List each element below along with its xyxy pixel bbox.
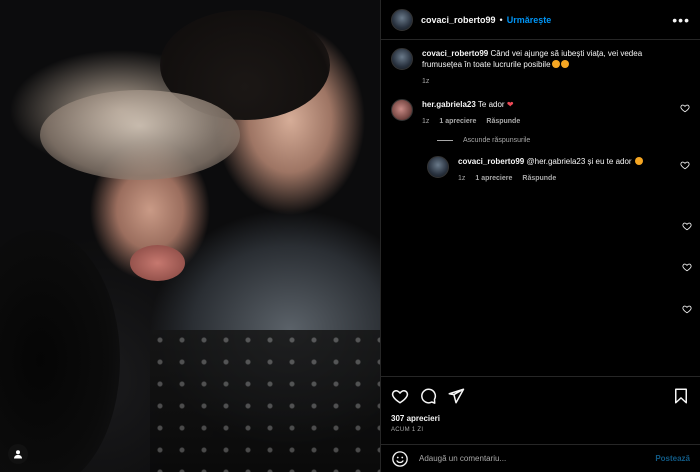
- comment-icon[interactable]: [419, 387, 437, 405]
- emoji-icon: [560, 60, 569, 68]
- comment-username[interactable]: covaci_roberto99: [422, 49, 488, 58]
- heart-icon[interactable]: [680, 160, 690, 170]
- comment-item: her.gabriela23 Te ador ❤ 1z 1 apreciere …: [391, 99, 690, 125]
- more-icon[interactable]: •••: [672, 12, 690, 28]
- thread-line: [437, 140, 453, 141]
- follow-button[interactable]: Urmărește: [507, 15, 552, 25]
- post-photo[interactable]: [0, 0, 380, 472]
- photo-region: [150, 330, 380, 472]
- heart-icon[interactable]: [682, 262, 692, 272]
- comment-time[interactable]: 1z: [458, 175, 465, 182]
- post-username[interactable]: covaci_roberto99: [421, 15, 496, 25]
- comments-list: covaci_roberto99 Când vei ajunge să iube…: [381, 40, 700, 376]
- add-comment-bar: Postează: [381, 444, 700, 472]
- photo-region: [130, 245, 185, 281]
- caption: covaci_roberto99 Când vei ajunge să iube…: [391, 48, 690, 85]
- comment-username[interactable]: covaci_roberto99: [458, 157, 524, 166]
- avatar[interactable]: [427, 156, 449, 178]
- comment-likes[interactable]: 1 apreciere: [475, 175, 512, 182]
- heart-icon[interactable]: [682, 221, 692, 231]
- divider: [381, 376, 700, 377]
- photo-region: [40, 90, 240, 180]
- user-tag-icon[interactable]: [8, 444, 28, 464]
- post-time[interactable]: ACUM 1 ZI: [391, 427, 423, 433]
- emoji-icon: [634, 157, 643, 165]
- action-bar: [391, 384, 690, 408]
- reply-item: covaci_roberto99 @her.gabriela23 și eu t…: [427, 156, 690, 182]
- avatar[interactable]: [391, 99, 413, 121]
- post-comment-button[interactable]: Postează: [655, 454, 690, 463]
- avatar[interactable]: [391, 48, 413, 70]
- separator-dot: •: [499, 14, 503, 25]
- photo-region: [0, 230, 120, 472]
- likes-count[interactable]: 307 aprecieri: [391, 414, 440, 423]
- post-header: covaci_roberto99 • Urmărește •••: [381, 0, 700, 40]
- heart-icon[interactable]: [680, 103, 690, 113]
- emoji-icon: [551, 60, 560, 68]
- heart-icon[interactable]: [682, 304, 692, 314]
- hide-replies-label: Ascunde răspunsurile: [463, 137, 531, 144]
- comment-text: Te ador: [477, 100, 505, 109]
- comment-input[interactable]: [419, 454, 656, 463]
- share-icon[interactable]: [447, 387, 465, 405]
- heart-emoji-icon: ❤: [506, 100, 514, 109]
- comment-text: @her.gabriela23 și eu te ador: [526, 157, 632, 166]
- emoji-icon[interactable]: [391, 450, 409, 468]
- comment-likes[interactable]: 1 apreciere: [439, 118, 476, 125]
- heart-icon[interactable]: [391, 387, 409, 405]
- comment-time[interactable]: 1z: [422, 118, 429, 125]
- bookmark-icon[interactable]: [672, 387, 690, 405]
- hide-replies-button[interactable]: Ascunde răspunsurile: [437, 137, 690, 144]
- post-side-panel: covaci_roberto99 • Urmărește ••• covaci_…: [380, 0, 700, 472]
- avatar[interactable]: [391, 8, 413, 31]
- reply-button[interactable]: Răspunde: [522, 175, 556, 182]
- comment-time[interactable]: 1z: [422, 78, 429, 85]
- comment-username[interactable]: her.gabriela23: [422, 100, 476, 109]
- reply-button[interactable]: Răspunde: [486, 118, 520, 125]
